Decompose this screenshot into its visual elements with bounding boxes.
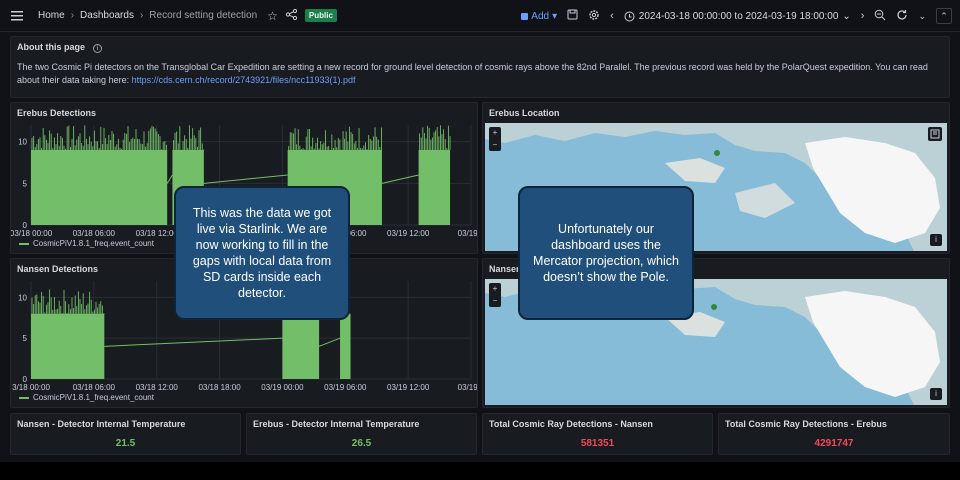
time-shift-back-icon[interactable]: ‹ bbox=[610, 10, 614, 22]
chevron-down-icon: ▾ bbox=[552, 10, 558, 22]
legend-swatch bbox=[19, 242, 29, 245]
refresh-interval-chevron-icon[interactable]: ⌄ bbox=[918, 11, 926, 22]
public-badge: Public bbox=[304, 9, 337, 22]
gap-connector-line bbox=[166, 174, 173, 184]
time-range-picker[interactable]: 2024-03-18 00:00:00 to 2024-03-19 18:00:… bbox=[624, 11, 851, 22]
zoom-out-button[interactable]: − bbox=[489, 295, 501, 307]
legend-label: CosmicPiV1.8.1_freq.event_count bbox=[33, 239, 154, 248]
map-zoom-control: + − bbox=[489, 127, 501, 151]
about-panel: About this page i The two Cosmic Pi detec… bbox=[10, 36, 950, 98]
data-bar-segment[interactable] bbox=[418, 150, 451, 225]
stat-value: 581351 bbox=[580, 438, 615, 449]
stat-value: 26.5 bbox=[351, 438, 372, 449]
y-tick-label: 5 bbox=[23, 179, 28, 188]
panel-title: Erebus Detections bbox=[17, 108, 97, 118]
about-title-row: About this page i bbox=[17, 42, 102, 53]
breadcrumb-separator-icon: › bbox=[70, 10, 75, 21]
stat-title: Total Cosmic Ray Detections - Erebus bbox=[725, 419, 887, 429]
x-tick-label: 03/18 12:00 bbox=[136, 229, 179, 238]
map-zoom-control: + − bbox=[489, 283, 501, 307]
legend-label: CosmicPiV1.8.1_freq.event_count bbox=[33, 393, 154, 402]
breadcrumb-separator-icon: › bbox=[139, 10, 144, 21]
stat-panel-erebus-temp: Erebus - Detector Internal Temperature 2… bbox=[246, 413, 477, 455]
x-tick-label: 03/18 18:00 bbox=[198, 383, 241, 392]
layers-icon[interactable] bbox=[928, 127, 942, 141]
about-text: The two Cosmic Pi detectors on the Trans… bbox=[17, 61, 939, 87]
y-tick-label: 10 bbox=[18, 293, 27, 302]
gap-connector-line bbox=[104, 337, 283, 347]
y-tick-label: 5 bbox=[23, 334, 28, 343]
x-tick-label: 3/18 00:00 bbox=[12, 383, 50, 392]
add-button[interactable]: Add ▾ bbox=[521, 11, 557, 22]
zoom-in-button[interactable]: + bbox=[489, 127, 501, 139]
dashboard-app: Home › Dashboards › Record setting detec… bbox=[0, 0, 960, 462]
add-label: Add bbox=[531, 10, 550, 22]
zoom-out-button[interactable]: − bbox=[489, 139, 501, 151]
save-icon[interactable] bbox=[567, 9, 578, 23]
top-bar: Home › Dashboards › Record setting detec… bbox=[0, 0, 960, 32]
share-icon[interactable] bbox=[285, 8, 298, 22]
panel-title: Nansen bbox=[489, 264, 522, 274]
add-panel-icon bbox=[521, 12, 529, 20]
stat-panel-erebus-total: Total Cosmic Ray Detections - Erebus 429… bbox=[718, 413, 950, 455]
callout-starlink: This was the data we got live via Starli… bbox=[174, 186, 350, 320]
panel-title: Nansen Detections bbox=[17, 264, 99, 274]
stat-title: Total Cosmic Ray Detections - Nansen bbox=[489, 419, 653, 429]
settings-gear-icon[interactable] bbox=[588, 9, 600, 24]
stat-panel-nansen-total: Total Cosmic Ray Detections - Nansen 581… bbox=[482, 413, 713, 455]
page-title: Record setting detection bbox=[149, 10, 258, 21]
zoom-out-time-icon[interactable] bbox=[874, 9, 886, 24]
x-tick-label: 03/18 06:00 bbox=[73, 383, 116, 392]
data-bar-segment[interactable] bbox=[282, 313, 320, 379]
data-bar-segment[interactable] bbox=[31, 150, 168, 225]
gap-connector-line bbox=[203, 174, 288, 184]
x-tick-label: 03/18 06:00 bbox=[73, 229, 116, 238]
stat-title: Nansen - Detector Internal Temperature bbox=[17, 419, 186, 429]
x-tick-label: 03/18 00:00 bbox=[11, 229, 53, 238]
time-range-label: 2024-03-18 00:00:00 to 2024-03-19 18:00:… bbox=[638, 10, 839, 22]
chart-legend[interactable]: CosmicPiV1.8.1_freq.event_count bbox=[19, 393, 154, 402]
x-tick-label: 03/19 06:00 bbox=[324, 383, 367, 392]
about-title: About this page bbox=[17, 42, 85, 52]
breadcrumb-dashboards[interactable]: Dashboards bbox=[80, 10, 134, 21]
gap-connector-line bbox=[318, 337, 341, 347]
x-tick-label: 03/19 12:00 bbox=[387, 229, 430, 238]
data-bar-segment[interactable] bbox=[340, 313, 351, 379]
star-icon[interactable]: ☆ bbox=[267, 9, 278, 23]
map-info-icon[interactable]: i bbox=[930, 388, 942, 400]
legend-swatch bbox=[19, 396, 29, 399]
chevron-down-icon: ⌄ bbox=[842, 10, 851, 22]
y-tick-label: 10 bbox=[18, 138, 27, 147]
time-shift-forward-icon[interactable]: › bbox=[861, 10, 865, 22]
about-link[interactable]: https://cds.cern.ch/record/2743921/files… bbox=[132, 75, 356, 85]
chart-legend[interactable]: CosmicPiV1.8.1_freq.event_count bbox=[19, 239, 154, 248]
info-icon[interactable]: i bbox=[93, 44, 102, 53]
panel-title: Erebus Location bbox=[489, 108, 560, 118]
x-tick-label: 03/19 00:00 bbox=[261, 383, 304, 392]
refresh-icon[interactable] bbox=[896, 9, 908, 24]
callout-mercator: Unfortunately our dashboard uses the Mer… bbox=[518, 186, 694, 320]
gap-connector-line bbox=[381, 174, 419, 184]
x-tick-label: 03/19 12:00 bbox=[387, 383, 430, 392]
stat-title: Erebus - Detector Internal Temperature bbox=[253, 419, 420, 429]
x-tick-label: 03/19 1 bbox=[458, 229, 477, 238]
stat-value: 21.5 bbox=[115, 438, 136, 449]
x-tick-label: 03/19 1 bbox=[458, 383, 477, 392]
x-tick-label: 03/18 12:00 bbox=[136, 383, 179, 392]
zoom-in-button[interactable]: + bbox=[489, 283, 501, 295]
stat-value: 4291747 bbox=[814, 438, 854, 449]
data-bar-segment[interactable] bbox=[31, 313, 105, 379]
breadcrumb-home[interactable]: Home bbox=[38, 10, 65, 21]
clock-icon bbox=[624, 11, 635, 21]
toolbar-right: Add ▾ ‹ 2024-03-18 00:00:00 to 2024-03-1… bbox=[521, 0, 952, 32]
collapse-up-icon[interactable]: ⌃ bbox=[936, 8, 952, 24]
map-info-icon[interactable]: i bbox=[930, 234, 942, 246]
stat-panel-nansen-temp: Nansen - Detector Internal Temperature 2… bbox=[10, 413, 241, 455]
menu-icon[interactable] bbox=[8, 7, 26, 25]
